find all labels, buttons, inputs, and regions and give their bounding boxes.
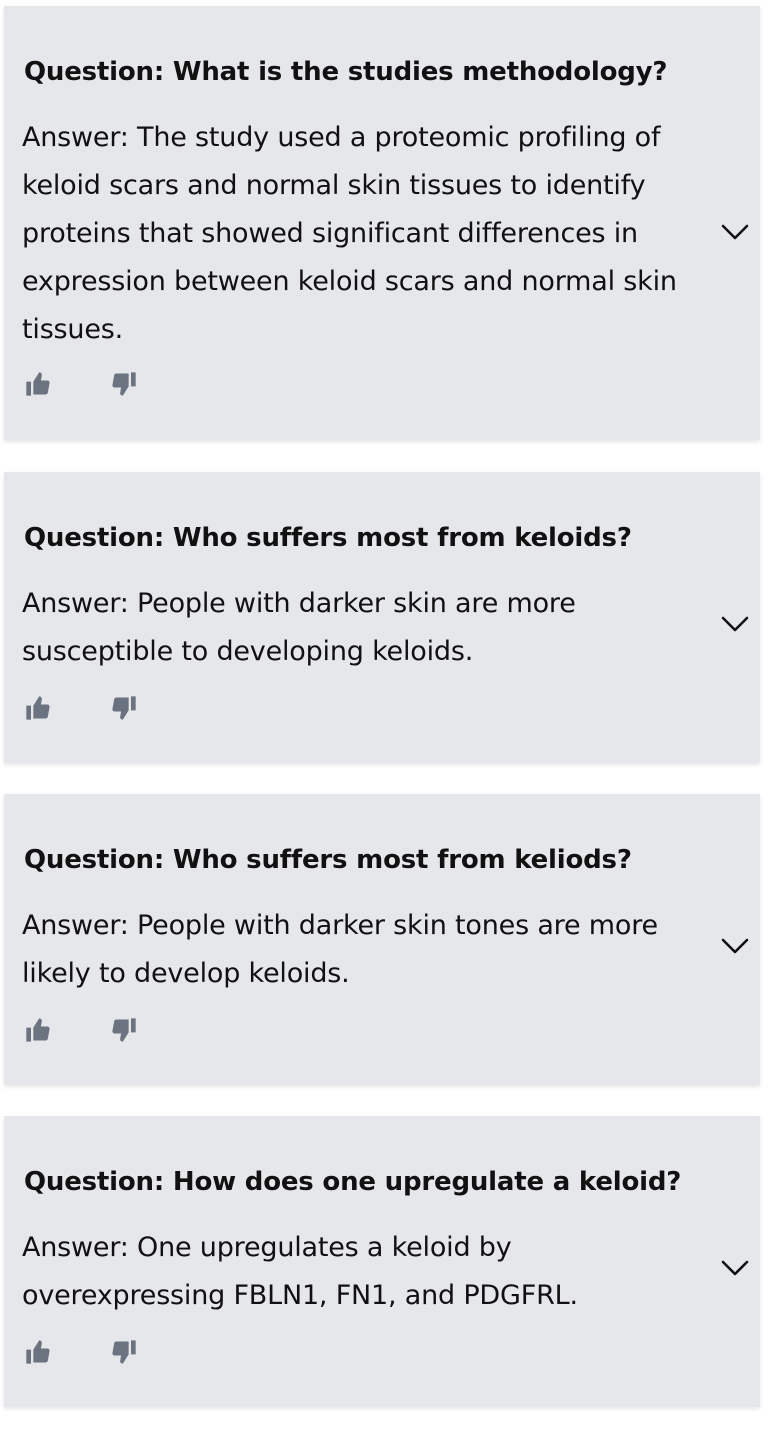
qa-card: Question: Who suffers most from keloids?… bbox=[4, 472, 760, 763]
qa-card: Question: Who suffers most from keliods?… bbox=[4, 794, 760, 1085]
answer-text: Answer: People with darker skin are more… bbox=[22, 588, 576, 667]
chevron-down-icon[interactable] bbox=[720, 614, 750, 634]
answer-text: Answer: People with darker skin tones ar… bbox=[22, 910, 658, 989]
thumbs-up-icon[interactable] bbox=[24, 1338, 52, 1366]
feedback-row bbox=[24, 694, 138, 722]
qa-card: Question: What is the studies methodolog… bbox=[4, 6, 760, 440]
feedback-row bbox=[24, 1016, 138, 1044]
qa-card: Question: How does one upregulate a kelo… bbox=[4, 1116, 760, 1407]
thumbs-down-icon[interactable] bbox=[110, 694, 138, 722]
chevron-down-icon[interactable] bbox=[720, 936, 750, 956]
thumbs-down-icon[interactable] bbox=[110, 1338, 138, 1366]
thumbs-up-icon[interactable] bbox=[24, 370, 52, 398]
question-text: Question: How does one upregulate a kelo… bbox=[24, 1167, 682, 1197]
chevron-down-icon[interactable] bbox=[720, 222, 750, 242]
feedback-row bbox=[24, 1338, 138, 1366]
answer-text: Answer: One upregulates a keloid by over… bbox=[22, 1232, 578, 1311]
question-text: Question: What is the studies methodolog… bbox=[24, 57, 668, 87]
chevron-down-icon[interactable] bbox=[720, 1258, 750, 1278]
thumbs-up-icon[interactable] bbox=[24, 694, 52, 722]
question-text: Question: Who suffers most from keloids? bbox=[24, 523, 632, 553]
thumbs-up-icon[interactable] bbox=[24, 1016, 52, 1044]
answer-text: Answer: The study used a proteomic profi… bbox=[22, 122, 677, 345]
thumbs-down-icon[interactable] bbox=[110, 1016, 138, 1044]
question-text: Question: Who suffers most from keliods? bbox=[24, 845, 632, 875]
feedback-row bbox=[24, 370, 138, 398]
thumbs-down-icon[interactable] bbox=[110, 370, 138, 398]
